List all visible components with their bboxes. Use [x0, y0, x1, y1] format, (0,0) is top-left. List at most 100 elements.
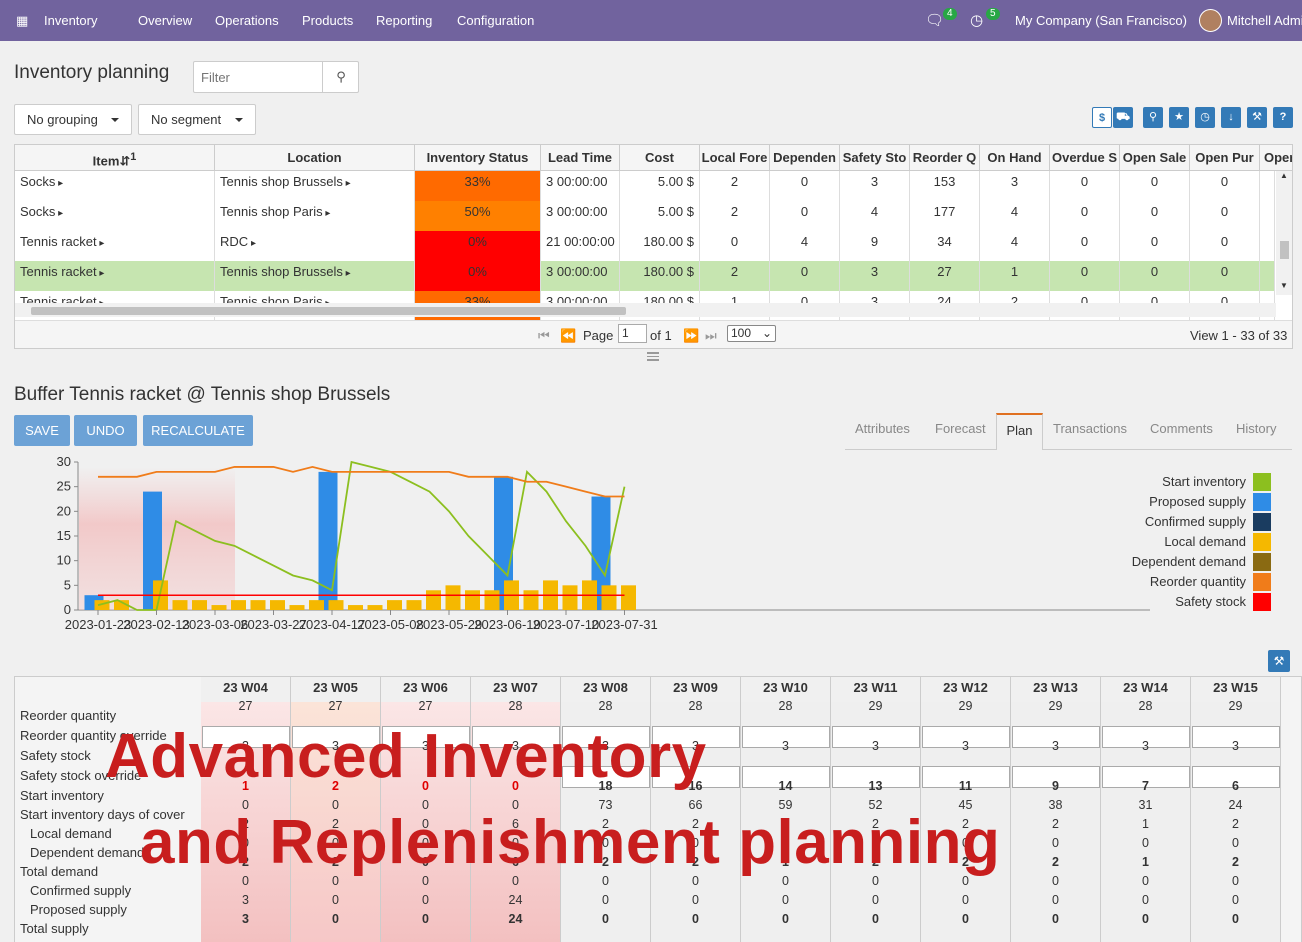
- apps-grid-icon[interactable]: ▦: [16, 0, 28, 41]
- cell-location[interactable]: Tennis shop Paris ▸: [215, 201, 415, 231]
- search-icon[interactable]: ⚲: [322, 62, 359, 92]
- caret-right-icon[interactable]: ▸: [55, 178, 63, 189]
- recalculate-button[interactable]: RECALCULATE: [143, 415, 253, 446]
- menu-products[interactable]: Products: [302, 0, 353, 41]
- next-page-icon[interactable]: ⏩: [683, 328, 699, 344]
- tab-forecast[interactable]: Forecast: [935, 421, 986, 436]
- filter-input[interactable]: [194, 62, 322, 92]
- tab-history[interactable]: History: [1236, 421, 1276, 436]
- plan-cell: 11: [958, 779, 973, 793]
- scroll-thumb[interactable]: [31, 307, 626, 315]
- table-row[interactable]: Tennis racket ▸ Tennis shop Brussels ▸ 0% 3…: [15, 261, 1275, 291]
- col-dependent[interactable]: Dependen: [770, 145, 840, 170]
- table-row[interactable]: Socks ▸ Tennis shop Brussels ▸ 33% 3 00:00:…: [15, 171, 1275, 201]
- col-inventory-status[interactable]: Inventory Status: [415, 145, 541, 170]
- col-open-purchases[interactable]: Open Pur: [1190, 145, 1260, 170]
- plan-cell: 0: [692, 893, 699, 907]
- cell-item[interactable]: Socks ▸: [15, 171, 215, 201]
- cell-item[interactable]: Tennis racket ▸: [15, 231, 215, 261]
- vertical-scrollbar[interactable]: ▲ ▼: [1276, 171, 1292, 295]
- bar-local-demand: [289, 605, 305, 610]
- app-title[interactable]: Inventory: [44, 0, 97, 41]
- horizontal-scrollbar[interactable]: [15, 303, 1276, 317]
- avatar[interactable]: [1199, 9, 1222, 32]
- plan-cell: 0: [872, 836, 879, 850]
- caret-right-icon[interactable]: ▸: [323, 208, 330, 219]
- cell-location[interactable]: RDC ▸: [215, 231, 415, 261]
- cell-item[interactable]: Tennis racket ▸: [15, 261, 215, 291]
- wrench-icon[interactable]: ⚒: [1268, 650, 1290, 672]
- first-page-icon[interactable]: ⏮: [538, 328, 550, 344]
- col-open-sales[interactable]: Open Sale: [1120, 145, 1190, 170]
- col-location[interactable]: Location: [215, 145, 415, 170]
- tab-plan[interactable]: Plan: [996, 413, 1043, 450]
- caret-right-icon[interactable]: ▸: [343, 178, 351, 189]
- clock-icon[interactable]: ◷: [1195, 107, 1215, 128]
- col-safety-stock[interactable]: Safety Sto: [840, 145, 910, 170]
- page-input[interactable]: 1: [618, 324, 647, 343]
- col-on-hand[interactable]: On Hand: [980, 145, 1050, 170]
- table-row[interactable]: Socks ▸ Tennis shop Paris ▸ 50% 3 00:00:00 5…: [15, 201, 1275, 231]
- download-icon[interactable]: ↓: [1221, 107, 1241, 128]
- search-icon[interactable]: ⚲: [1143, 107, 1163, 128]
- menu-reporting[interactable]: Reporting: [376, 0, 432, 41]
- scroll-up-icon[interactable]: ▲: [1280, 171, 1288, 180]
- help-icon[interactable]: ?: [1273, 107, 1293, 128]
- clock-icon[interactable]: ◷: [970, 0, 983, 41]
- caret-right-icon[interactable]: ▸: [55, 208, 63, 219]
- star-icon[interactable]: ★: [1169, 107, 1189, 128]
- cell-value: Tennis shop Brussels: [220, 264, 343, 279]
- grid-header: Item⇵1 Location Inventory Status Lead Ti…: [15, 145, 1292, 171]
- company-switcher[interactable]: My Company (San Francisco): [1015, 0, 1187, 41]
- sort-order: 1: [130, 151, 137, 163]
- menu-configuration[interactable]: Configuration: [457, 0, 534, 41]
- chat-icon[interactable]: 🗨: [925, 0, 944, 41]
- cell-reorder: 27: [910, 261, 980, 291]
- col-item[interactable]: Item⇵1: [15, 145, 215, 170]
- cell-value: 4: [1010, 234, 1019, 249]
- plan-cell: 3: [1142, 739, 1149, 753]
- cell-value: 27: [937, 264, 952, 279]
- segment-dropdown[interactable]: No segment: [138, 104, 256, 135]
- scroll-down-icon[interactable]: ▼: [1280, 281, 1288, 290]
- last-page-icon[interactable]: ⏭: [705, 328, 717, 344]
- tab-comments[interactable]: Comments: [1150, 421, 1213, 436]
- x-tick-label: 2023-03-27: [240, 617, 307, 632]
- scroll-thumb[interactable]: [1280, 241, 1289, 259]
- tab-transactions[interactable]: Transactions: [1053, 421, 1127, 436]
- grouping-dropdown[interactable]: No grouping: [14, 104, 132, 135]
- rows-per-page-select[interactable]: 100 ⌄: [727, 325, 776, 342]
- user-menu[interactable]: Mitchell Admin: [1227, 0, 1302, 41]
- caret-right-icon[interactable]: ▸: [97, 238, 104, 249]
- plan-cell: 0: [782, 836, 789, 850]
- truck-icon[interactable]: ⛟: [1113, 107, 1133, 128]
- panel-splitter[interactable]: [647, 352, 659, 361]
- week-column: 28 3 18 73 2 0 2 0 0 0: [561, 699, 651, 942]
- x-tick-label: 2023-04-17: [299, 617, 366, 632]
- caret-right-icon[interactable]: ▸: [97, 268, 104, 279]
- cell-reorder: 34: [910, 231, 980, 261]
- col-lead-time[interactable]: Lead Time: [541, 145, 620, 170]
- menu-operations[interactable]: Operations: [215, 0, 279, 41]
- undo-button[interactable]: UNDO: [74, 415, 137, 446]
- page-title: Inventory planning: [14, 62, 170, 83]
- tab-attributes[interactable]: Attributes: [855, 421, 910, 436]
- caret-right-icon[interactable]: ▸: [343, 268, 351, 279]
- cell-location[interactable]: Tennis shop Brussels ▸: [215, 171, 415, 201]
- col-open[interactable]: Open: [1260, 145, 1292, 170]
- cell-item[interactable]: Socks ▸: [15, 201, 215, 231]
- cell-location[interactable]: Tennis shop Brussels ▸: [215, 261, 415, 291]
- save-button[interactable]: SAVE: [14, 415, 70, 446]
- prev-page-icon[interactable]: ⏪: [560, 328, 576, 344]
- plan-row-label: Total demand: [20, 864, 99, 879]
- col-local-forecast[interactable]: Local Fore: [700, 145, 770, 170]
- cell-local: 2: [700, 201, 770, 231]
- wrench-icon[interactable]: ⚒: [1247, 107, 1267, 128]
- col-overdue[interactable]: Overdue S: [1050, 145, 1120, 170]
- caret-right-icon[interactable]: ▸: [248, 238, 256, 249]
- col-cost[interactable]: Cost: [620, 145, 700, 170]
- currency-toggle-icon[interactable]: $: [1092, 107, 1112, 128]
- table-row[interactable]: Tennis racket ▸ RDC ▸ 0% 21 00:00:00 180.00 …: [15, 231, 1275, 261]
- menu-overview[interactable]: Overview: [138, 0, 192, 41]
- col-reorder-qty[interactable]: Reorder Q: [910, 145, 980, 170]
